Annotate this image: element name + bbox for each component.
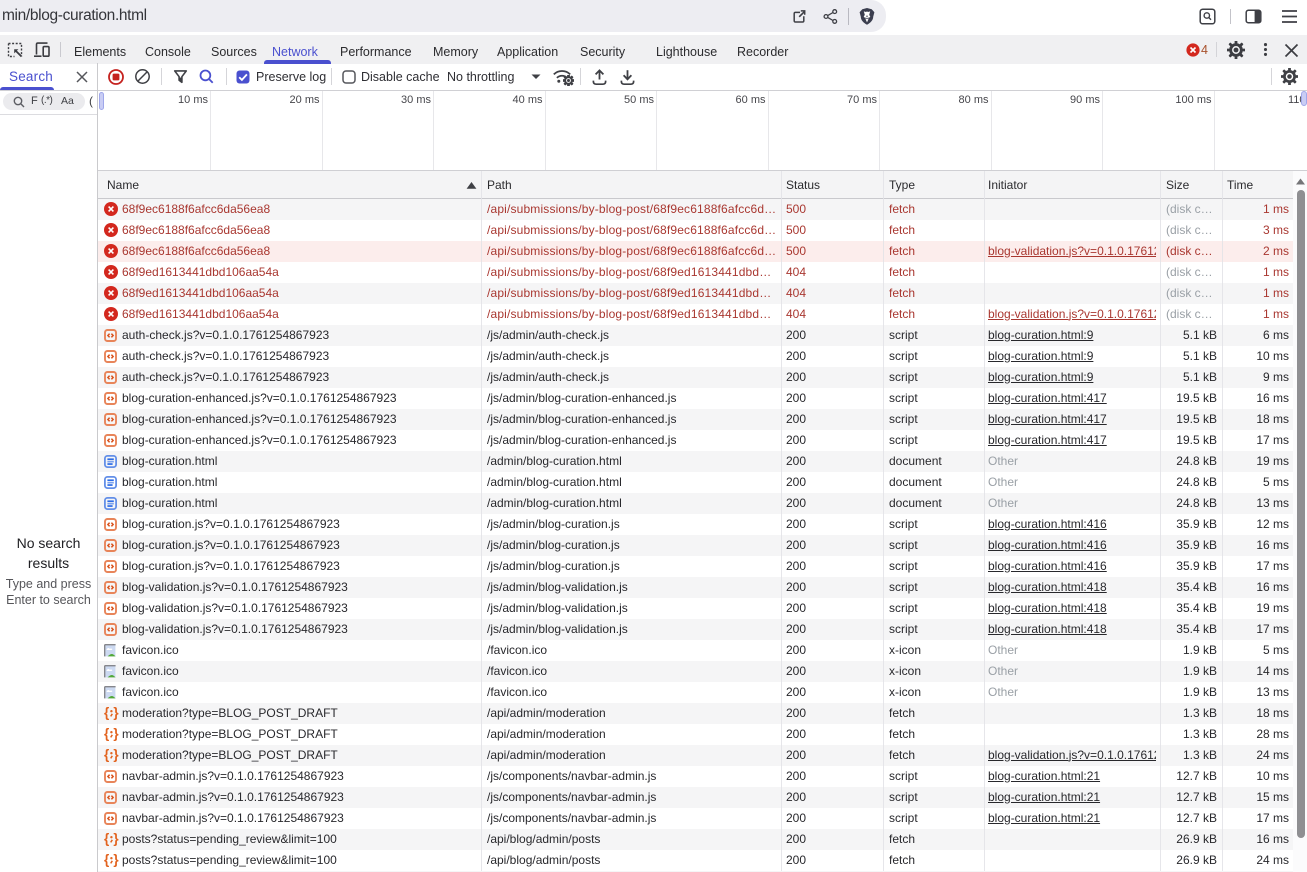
svg-text:}: } bbox=[113, 706, 119, 720]
svg-text:{: { bbox=[104, 748, 109, 762]
svg-text:{: { bbox=[104, 853, 109, 867]
svg-text:}: } bbox=[113, 832, 119, 846]
svg-text:{: { bbox=[104, 727, 109, 741]
svg-text:{: { bbox=[104, 706, 109, 720]
svg-text:}: } bbox=[113, 727, 119, 741]
svg-text:}: } bbox=[113, 748, 119, 762]
svg-text:}: } bbox=[113, 853, 119, 867]
svg-text:{: { bbox=[104, 832, 109, 846]
